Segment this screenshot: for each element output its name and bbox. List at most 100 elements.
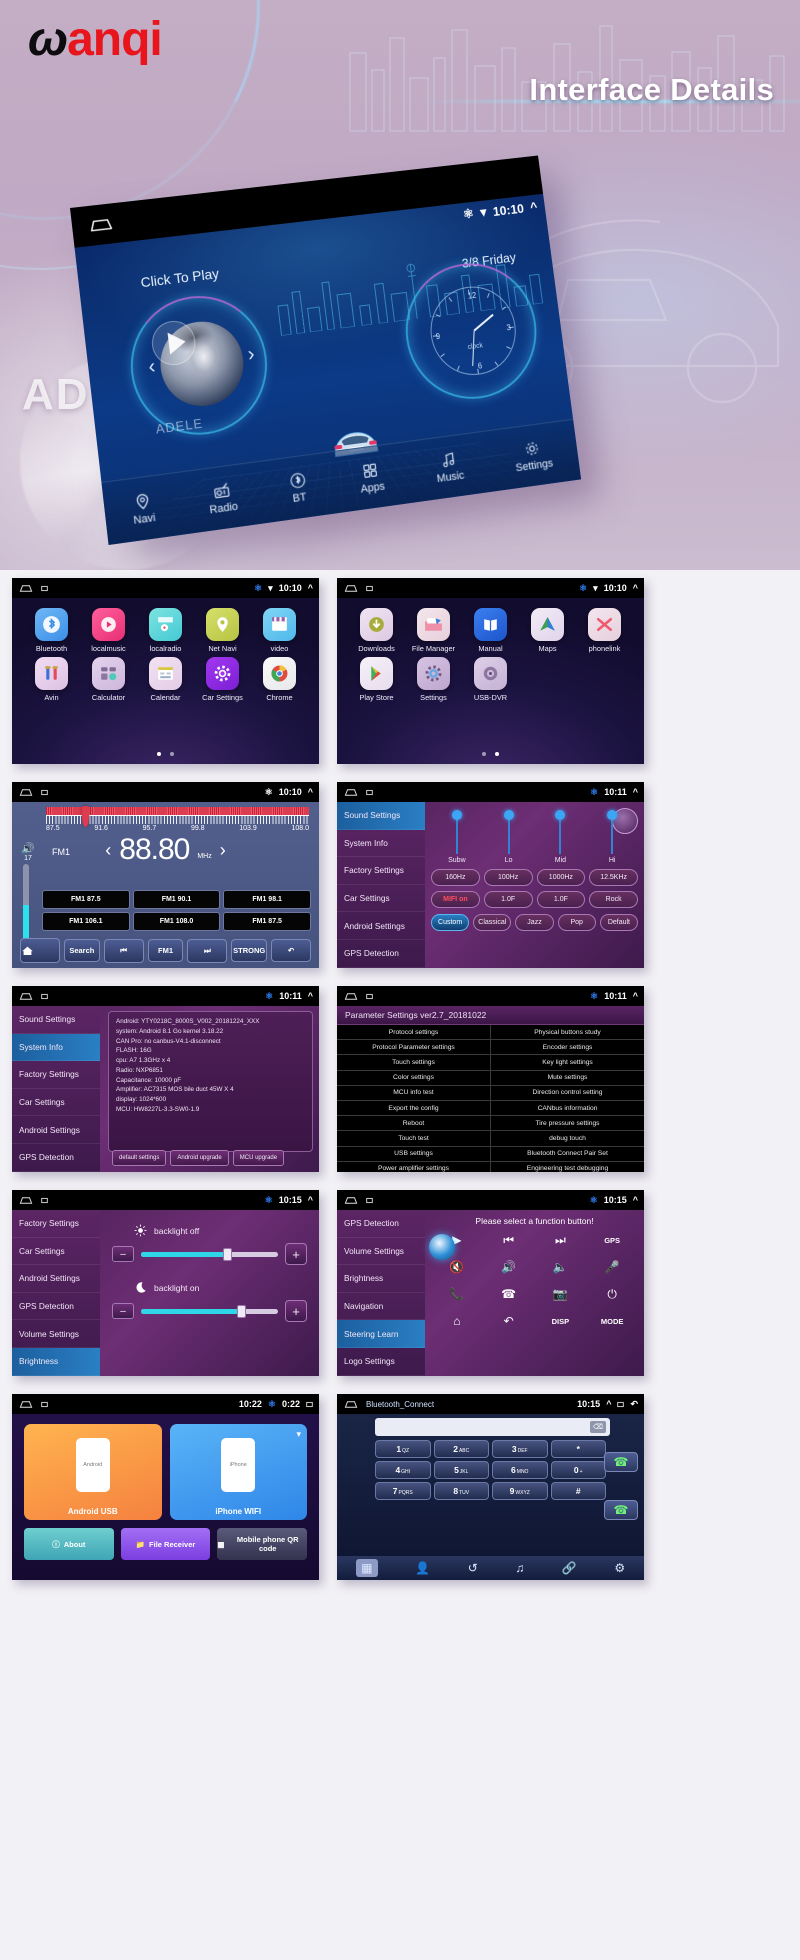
sidebar-item-volume-settings[interactable]: Volume Settings bbox=[12, 1320, 100, 1348]
home-icon[interactable] bbox=[19, 1400, 33, 1409]
qr-code-button[interactable]: ▦ Mobile phone QR code bbox=[217, 1528, 308, 1560]
contacts-icon[interactable]: 👤 bbox=[415, 1561, 430, 1575]
cell[interactable]: debug touch bbox=[491, 1131, 644, 1145]
sidebar-item-factory-settings[interactable]: Factory Settings bbox=[337, 857, 425, 885]
chevron-up-icon[interactable]: ^ bbox=[308, 991, 313, 1001]
app-maps[interactable]: Maps bbox=[520, 608, 575, 653]
key-next[interactable]: ⏭ bbox=[545, 1229, 575, 1251]
chevron-up-icon[interactable]: ^ bbox=[308, 1195, 313, 1205]
freq-button[interactable]: 12.5KHz bbox=[589, 869, 638, 886]
preset-button[interactable]: FM1 90.1 bbox=[132, 890, 221, 909]
chevron-up-icon[interactable]: ^ bbox=[529, 199, 538, 214]
preset-default[interactable]: Default bbox=[599, 914, 639, 931]
cell[interactable]: Tire pressure settings bbox=[491, 1116, 644, 1130]
dial-key-4[interactable]: 4GHI bbox=[375, 1461, 431, 1479]
app-file-manager[interactable]: File Manager bbox=[406, 608, 461, 653]
sidebar-item-gps-detection[interactable]: GPS Detection bbox=[12, 1293, 100, 1321]
sidebar-item-sound-settings[interactable]: Sound Settings bbox=[12, 1006, 100, 1034]
key-disp[interactable]: DISP bbox=[545, 1310, 575, 1332]
sidebar-item-steering-learn[interactable]: Steering Learn bbox=[337, 1320, 425, 1348]
sidebar-item-car-settings[interactable]: Car Settings bbox=[12, 1238, 100, 1266]
answer-button[interactable]: ☎ bbox=[604, 1500, 638, 1520]
cell[interactable]: Mute settings bbox=[491, 1071, 644, 1085]
android-usb-card[interactable]: Android Android USB bbox=[24, 1424, 162, 1520]
preset-jazz[interactable]: Jazz bbox=[515, 914, 554, 931]
app-avin[interactable]: Avin bbox=[24, 657, 79, 702]
sidebar-item-factory-settings[interactable]: Factory Settings bbox=[12, 1210, 100, 1238]
app-calculator[interactable]: Calculator bbox=[81, 657, 136, 702]
screenshot-radio[interactable]: ⚛ 10:10 ^ 87.5 91.6 95.7 99.8 103.9 108.… bbox=[12, 782, 319, 968]
cell[interactable]: Touch test bbox=[337, 1131, 491, 1146]
key-mute[interactable]: 🔇 bbox=[442, 1256, 472, 1278]
mcu-upgrade-button[interactable]: MCU upgrade bbox=[232, 1150, 285, 1166]
page-indicator[interactable] bbox=[12, 752, 319, 756]
recents-icon[interactable] bbox=[41, 993, 48, 1000]
key-hangup[interactable]: ☎ bbox=[494, 1283, 524, 1305]
sidebar-item-sound-settings[interactable]: Sound Settings bbox=[337, 802, 425, 830]
dial-key-9[interactable]: 9WXYZ bbox=[492, 1482, 548, 1500]
app-phonelink[interactable]: phonelink bbox=[577, 608, 632, 653]
app-manual[interactable]: Manual bbox=[463, 608, 518, 653]
sidebar-item-brightness[interactable]: Brightness bbox=[12, 1347, 100, 1376]
cell[interactable]: MCU info test bbox=[337, 1085, 491, 1100]
nav-item-radio[interactable]: Radio bbox=[207, 480, 239, 516]
preset-button[interactable]: FM1 108.0 bbox=[132, 912, 221, 931]
next-button[interactable]: ⏭ bbox=[187, 938, 228, 963]
dial-key-hash[interactable]: # bbox=[550, 1482, 606, 1500]
minus-button[interactable]: – bbox=[112, 1303, 134, 1319]
key-prev[interactable]: ⏮ bbox=[494, 1229, 524, 1251]
home-button[interactable] bbox=[20, 938, 60, 963]
keypad-icon[interactable]: ▦ bbox=[355, 1559, 378, 1577]
sidebar-item-android-settings[interactable]: Android Settings bbox=[12, 1265, 100, 1293]
back-arrow-icon[interactable]: ↶ bbox=[630, 1399, 638, 1410]
phone-number-input[interactable]: ⌫ bbox=[375, 1418, 610, 1436]
link-icon[interactable]: 🔗 bbox=[562, 1561, 577, 1575]
table-row[interactable]: Protocol Parameter settings Encoder setti… bbox=[337, 1040, 644, 1056]
cell[interactable]: Protocol Parameter settings bbox=[337, 1040, 491, 1055]
freq-button[interactable]: 1000Hz bbox=[536, 869, 586, 886]
cell[interactable]: Bluetooth Connect Pair Set bbox=[491, 1147, 644, 1161]
page-dot-active[interactable] bbox=[157, 752, 161, 756]
cell[interactable]: Direction control setting bbox=[491, 1086, 644, 1100]
dial-key-7[interactable]: 7PQRS bbox=[375, 1482, 431, 1500]
app-car-settings[interactable]: Car Settings bbox=[195, 657, 250, 702]
screenshot-parameter-settings[interactable]: ⚛ 10:11 ^ Parameter Settings ver2.7_2018… bbox=[337, 986, 644, 1172]
app-video[interactable]: video bbox=[252, 608, 307, 653]
recents-icon[interactable] bbox=[366, 993, 373, 1000]
screenshot-brightness[interactable]: ⚛ 10:15 ^ Factory Settings Car Settings … bbox=[12, 1190, 319, 1376]
sidebar-item-system-info[interactable]: System Info bbox=[12, 1033, 100, 1062]
default-settings-button[interactable]: default settings bbox=[112, 1150, 167, 1166]
sidebar-item-system-info[interactable]: System Info bbox=[337, 830, 425, 858]
music-icon[interactable]: ♫ bbox=[515, 1561, 524, 1575]
recents-icon[interactable] bbox=[366, 789, 373, 796]
nav-item-settings[interactable]: Settings bbox=[512, 437, 554, 474]
home-icon[interactable] bbox=[344, 992, 358, 1001]
recents-icon[interactable] bbox=[41, 1401, 48, 1408]
app-net-navi[interactable]: Net Navi bbox=[195, 608, 250, 653]
app-localradio[interactable]: localradio bbox=[138, 608, 193, 653]
sidebar-item-car-settings[interactable]: Car Settings bbox=[337, 885, 425, 913]
eq-channel-mid[interactable]: Mid bbox=[543, 810, 577, 864]
page-dot[interactable] bbox=[482, 752, 486, 756]
freq-down-button[interactable]: ‹ bbox=[105, 840, 111, 861]
nav-item-bt[interactable]: BT bbox=[288, 470, 308, 505]
recents-icon[interactable] bbox=[366, 585, 373, 592]
cell[interactable]: Engineering test debugging bbox=[491, 1162, 644, 1172]
dial-key-8[interactable]: 8TUV bbox=[433, 1482, 489, 1500]
preset-button[interactable]: FM1 98.1 bbox=[223, 890, 311, 909]
gain-button[interactable]: Rock bbox=[589, 891, 638, 908]
gain-button[interactable]: MIFI on bbox=[431, 891, 480, 908]
home-icon[interactable] bbox=[344, 584, 358, 593]
page-dot-active[interactable] bbox=[495, 752, 499, 756]
chevron-up-icon[interactable]: ^ bbox=[633, 787, 638, 797]
sidebar-item-volume-settings[interactable]: Volume Settings bbox=[337, 1238, 425, 1266]
sidebar-item-factory-settings[interactable]: Factory Settings bbox=[12, 1061, 100, 1089]
app-localmusic[interactable]: localmusic bbox=[81, 608, 136, 653]
iphone-wifi-card[interactable]: ▾ iPhone iPhone WIFI bbox=[169, 1424, 307, 1520]
sidebar-item-brightness[interactable]: Brightness bbox=[337, 1265, 425, 1293]
dial-key-2[interactable]: 2ABC bbox=[433, 1440, 489, 1458]
preset-button[interactable]: FM1 87.5 bbox=[42, 890, 130, 909]
chevron-up-icon[interactable]: ^ bbox=[308, 583, 313, 593]
band-button[interactable]: FM1 bbox=[147, 939, 184, 962]
home-icon[interactable] bbox=[344, 1196, 358, 1205]
